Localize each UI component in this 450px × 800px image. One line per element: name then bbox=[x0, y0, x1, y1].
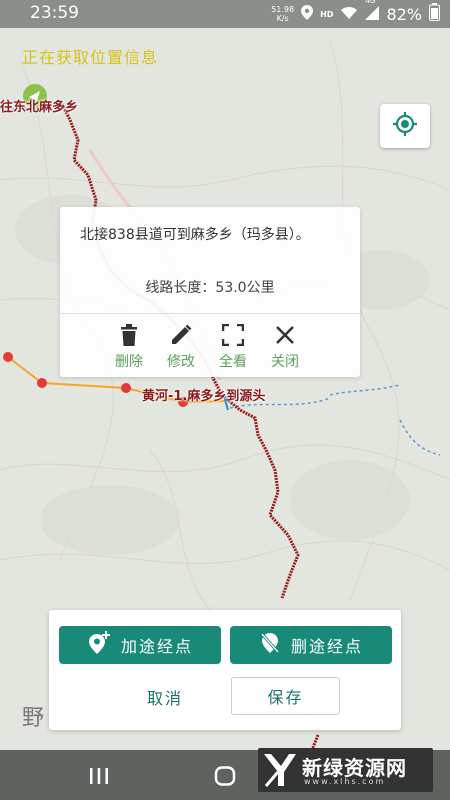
status-time: 23:59 bbox=[30, 3, 79, 23]
network-speed-unit: K/s bbox=[276, 14, 289, 23]
remove-waypoint-label: 删途经点 bbox=[290, 637, 363, 656]
battery-icon bbox=[429, 3, 440, 25]
popup-divider bbox=[60, 313, 360, 314]
add-waypoint-label: 加途经点 bbox=[120, 637, 193, 656]
network-speed-value: 51.98 bbox=[271, 5, 295, 14]
popup-actions: 删除 修改 全看 关闭 bbox=[108, 323, 306, 371]
home-icon[interactable] bbox=[214, 766, 236, 790]
recents-icon[interactable] bbox=[89, 768, 109, 788]
locate-button[interactable] bbox=[380, 104, 430, 148]
add-waypoint-button[interactable]: 加途经点 bbox=[59, 626, 221, 664]
signal-type: 4G bbox=[365, 0, 376, 5]
save-button[interactable]: 保存 bbox=[231, 677, 340, 715]
close-button[interactable]: 关闭 bbox=[264, 323, 306, 371]
edit-label: 修改 bbox=[167, 354, 195, 370]
view-all-button[interactable]: 全看 bbox=[212, 323, 254, 371]
map-watermark-text: 野 bbox=[22, 706, 45, 731]
crosshair-icon bbox=[392, 111, 418, 141]
watermark-logo: 新绿资源网 www.xlhs.com bbox=[258, 748, 433, 792]
network-speed: 51.98 K/s bbox=[271, 5, 294, 23]
route-label[interactable]: 黄河-1.麻多乡到源头 bbox=[142, 385, 265, 404]
watermark-logo-icon bbox=[262, 752, 298, 792]
place-label: 往东北麻多乡 bbox=[0, 100, 79, 115]
route-info-popup: 北接838县道可到麻多乡（玛多县）。 线路长度：53.0公里 删除 修改 全看 … bbox=[60, 207, 360, 377]
hd-indicator: HD bbox=[320, 9, 334, 19]
route-description: 北接838县道可到麻多乡（玛多县）。 bbox=[80, 227, 310, 243]
pencil-icon bbox=[169, 323, 193, 347]
watermark-url: www.xlhs.com bbox=[304, 777, 386, 786]
battery-percent: 82% bbox=[386, 4, 422, 24]
route-length: 线路长度：53.0公里 bbox=[145, 280, 275, 296]
close-icon bbox=[273, 323, 297, 347]
delete-button[interactable]: 删除 bbox=[108, 323, 150, 371]
edit-button[interactable]: 修改 bbox=[160, 323, 202, 371]
cell-signal-icon: 4G bbox=[365, 0, 380, 24]
location-off-icon bbox=[259, 631, 281, 659]
location-pin-icon bbox=[301, 4, 314, 24]
delete-label: 删除 bbox=[115, 354, 143, 370]
remove-waypoint-button[interactable]: 删途经点 bbox=[230, 626, 392, 664]
waypoint-panel: 加途经点 删途经点 取消 保存 bbox=[49, 610, 401, 730]
cancel-button[interactable]: 取消 bbox=[115, 678, 215, 716]
view-all-label: 全看 bbox=[219, 354, 247, 370]
fullscreen-icon bbox=[221, 323, 245, 347]
wifi-icon bbox=[340, 5, 358, 24]
status-bar: 23:59 51.98 K/s HD 4G 82% bbox=[0, 0, 450, 28]
trash-icon bbox=[117, 323, 141, 347]
location-status-text: 正在获取位置信息 bbox=[22, 48, 159, 67]
status-indicators: 51.98 K/s HD 4G 82% bbox=[271, 0, 440, 28]
add-location-icon bbox=[87, 631, 111, 659]
close-label: 关闭 bbox=[271, 354, 299, 370]
